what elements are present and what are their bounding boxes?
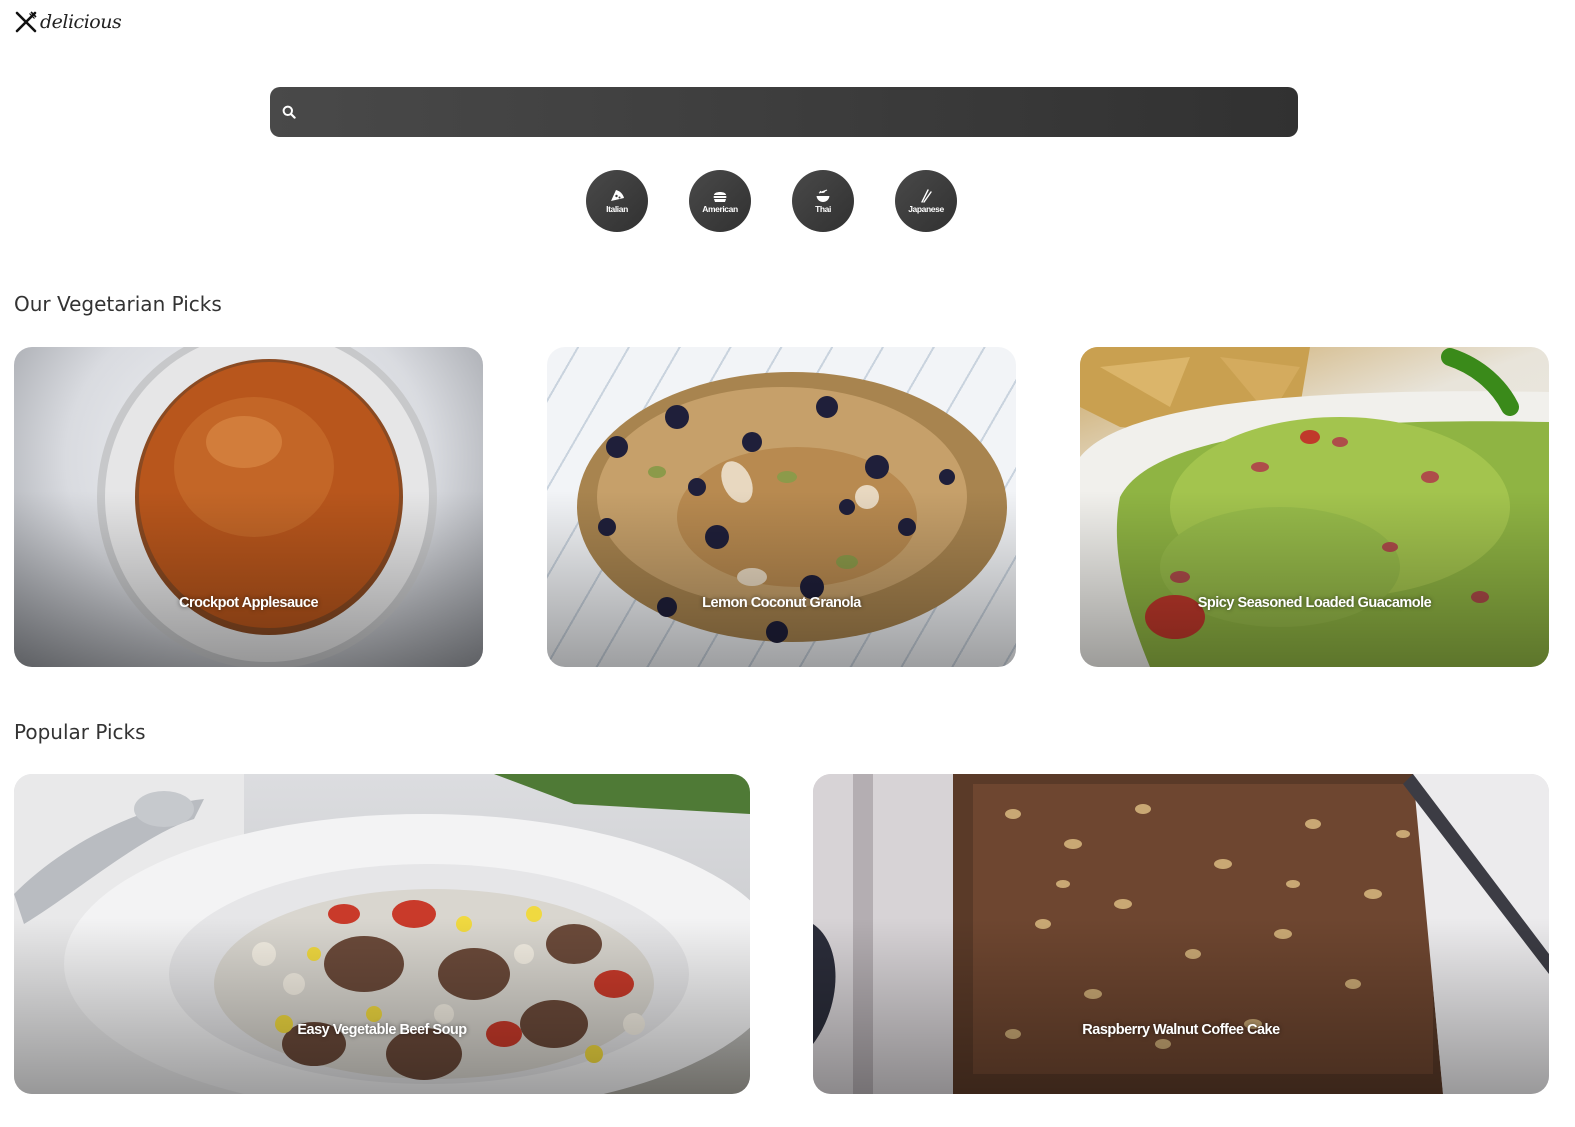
noodle-bowl-icon	[816, 188, 830, 202]
chopsticks-icon	[921, 188, 932, 203]
logo-text: delicious	[40, 11, 122, 33]
search-input[interactable]	[296, 87, 1298, 137]
vegetarian-section-title: Our Vegetarian Picks	[14, 292, 222, 316]
popular-carousel: Easy Vegetable Beef Soup Raspberry Walnu…	[0, 774, 1575, 1094]
cuisine-label: Japanese	[908, 203, 944, 214]
fork-knife-icon	[15, 11, 37, 33]
recipe-title: Lemon Coconut Granola	[702, 595, 861, 611]
cuisine-japanese-button[interactable]: Japanese	[895, 170, 957, 232]
card-overlay	[813, 774, 1549, 1094]
recipe-card[interactable]: Raspberry Walnut Coffee Cake	[813, 774, 1549, 1094]
cuisine-nav: Italian American Thai Japanese	[586, 170, 957, 232]
cuisine-thai-button[interactable]: Thai	[792, 170, 854, 232]
cuisine-label: Thai	[815, 203, 831, 214]
cuisine-american-button[interactable]: American	[689, 170, 751, 232]
card-overlay	[14, 347, 483, 667]
pizza-icon	[611, 189, 624, 201]
vegetarian-carousel: Crockpot Applesauce Lemon Coconut Granol…	[0, 347, 1575, 667]
cuisine-italian-button[interactable]: Italian	[586, 170, 648, 232]
recipe-title: Spicy Seasoned Loaded Guacamole	[1197, 595, 1432, 611]
card-overlay	[1080, 347, 1549, 667]
recipe-title: Easy Vegetable Beef Soup	[297, 1022, 467, 1038]
cuisine-label: American	[702, 203, 738, 214]
search-form	[270, 87, 1298, 137]
recipe-card[interactable]: Lemon Coconut Granola	[547, 347, 1016, 667]
recipe-card[interactable]: Spicy Seasoned Loaded Guacamole	[1080, 347, 1549, 667]
cuisine-label: Italian	[606, 203, 628, 214]
card-overlay	[14, 774, 750, 1094]
logo-link[interactable]: delicious	[14, 10, 122, 34]
recipe-card[interactable]: Crockpot Applesauce	[14, 347, 483, 667]
search-icon	[282, 105, 296, 119]
recipe-title: Crockpot Applesauce	[178, 595, 319, 611]
popular-section-title: Popular Picks	[14, 720, 146, 744]
burger-icon	[713, 191, 727, 202]
card-overlay	[547, 347, 1016, 667]
recipe-card[interactable]: Easy Vegetable Beef Soup	[14, 774, 750, 1094]
recipe-title: Raspberry Walnut Coffee Cake	[1082, 1022, 1280, 1038]
